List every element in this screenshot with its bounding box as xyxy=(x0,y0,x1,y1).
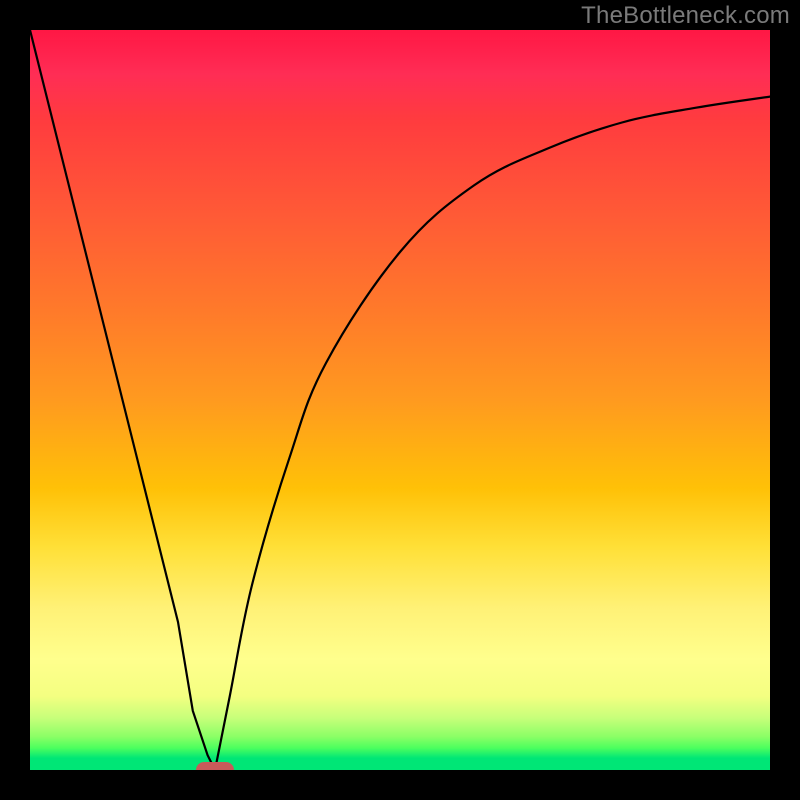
curve-left-branch xyxy=(30,30,215,770)
min-marker xyxy=(196,762,234,770)
curve-right-branch xyxy=(215,97,770,770)
curve-svg xyxy=(30,30,770,770)
plot-area xyxy=(30,30,770,770)
watermark-text: TheBottleneck.com xyxy=(581,2,790,30)
chart-frame: TheBottleneck.com xyxy=(0,0,800,800)
